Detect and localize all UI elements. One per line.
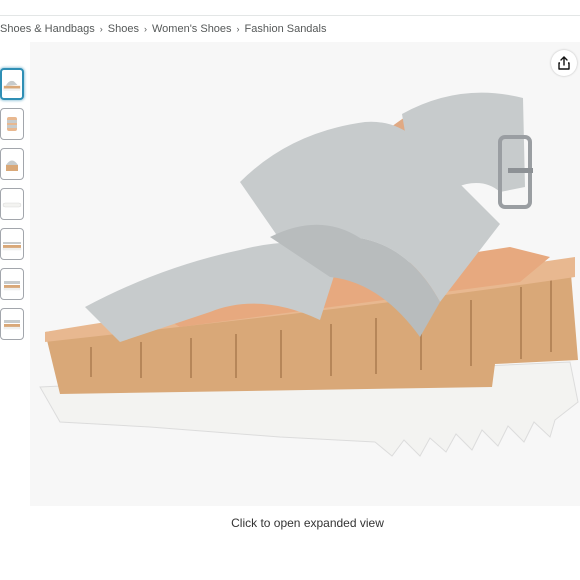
breadcrumb-fashion-sandals[interactable]: Fashion Sandals [245, 22, 327, 36]
sandal-thumbnail-icon [6, 160, 18, 171]
breadcrumb-chevron-icon: › [236, 24, 240, 34]
thumbnail-front-strap-view[interactable] [0, 148, 24, 180]
sandal-thumbnail-icon [2, 242, 22, 251]
sandal-thumbnail-icon [3, 80, 21, 91]
breadcrumb-chevron-icon: › [99, 24, 103, 34]
expand-view-caption[interactable]: Click to open expanded view [0, 516, 580, 530]
thumbnail-top-view[interactable] [0, 268, 24, 300]
share-button[interactable] [551, 50, 577, 76]
thumbnail-strip [0, 68, 26, 348]
buckle-prong [508, 168, 533, 173]
thumbnail-sole-view[interactable] [0, 188, 24, 220]
sandal-thumbnail-icon [2, 202, 22, 208]
product-image-sandal[interactable] [30, 42, 580, 506]
thumbnail-side-alt-view[interactable] [0, 228, 24, 260]
sandal-thumbnail-icon [7, 117, 17, 131]
breadcrumb-womens-shoes[interactable]: Women's Shoes [152, 22, 232, 36]
top-divider [0, 15, 580, 16]
breadcrumb-chevron-icon: › [144, 24, 147, 34]
thumbnail-pair-view[interactable] [0, 308, 24, 340]
breadcrumb-shoes[interactable]: Shoes [108, 22, 139, 36]
thumbnail-front-view[interactable] [0, 108, 24, 140]
sandal-thumbnail-icon [3, 320, 21, 330]
share-icon [558, 56, 570, 70]
thumbnail-side-view[interactable] [0, 68, 24, 100]
sandal-thumbnail-icon [3, 281, 21, 291]
breadcrumb-shoes-handbags[interactable]: Shoes & Handbags [0, 22, 95, 36]
breadcrumb: Shoes & Handbags › Shoes › Women's Shoes… [0, 22, 327, 36]
